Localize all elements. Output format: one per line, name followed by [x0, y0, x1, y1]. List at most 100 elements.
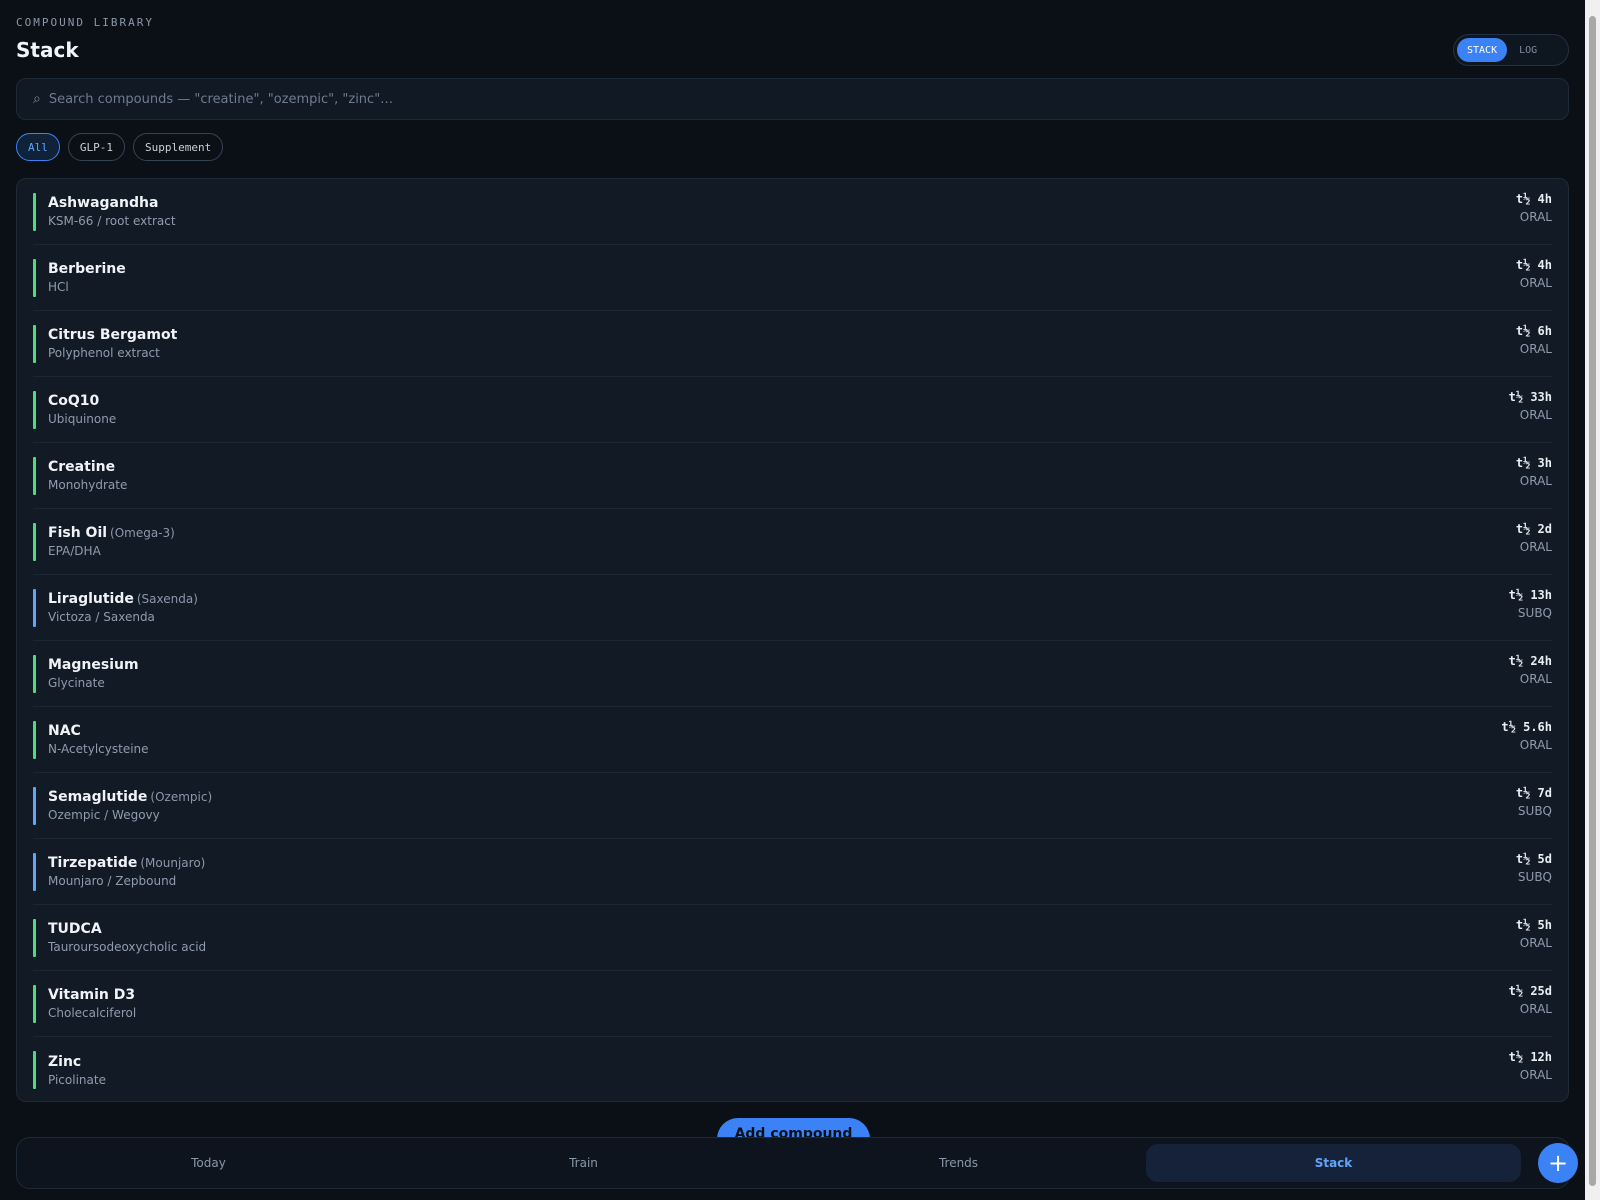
compound-name-line: Magnesium — [48, 657, 139, 673]
half-life-label: t½ 33h — [1508, 390, 1552, 404]
category-indicator — [33, 853, 36, 891]
compound-name-line: Tirzepatide (Mounjaro) — [48, 855, 205, 871]
nav-item-today[interactable]: Today — [21, 1144, 396, 1182]
compound-meta: t½ 4h ORAL — [1516, 192, 1552, 224]
filter-chip-supplement[interactable]: Supplement — [133, 133, 224, 161]
search-bar: ⌕ — [16, 78, 1569, 120]
compound-info: TUDCA Tauroursodeoxycholic acid — [48, 921, 206, 954]
compound-meta: t½ 5.6h ORAL — [1501, 720, 1552, 752]
compound-form: Cholecalciferol — [48, 1006, 137, 1020]
half-life-label: t½ 5.6h — [1501, 720, 1552, 734]
route-label: ORAL — [1519, 738, 1552, 752]
category-indicator — [33, 1051, 36, 1089]
compound-name: Citrus Bergamot — [48, 327, 178, 343]
compound-list: Ashwagandha KSM-66 / root extract t½ 4h ORA… — [16, 178, 1569, 1102]
app-root: COMPOUND LIBRARY Stack STACK LOG ⌕ All G… — [0, 0, 1600, 1200]
compound-form: HCl — [48, 280, 69, 294]
compound-info: Vitamin D3 Cholecalciferol — [48, 987, 136, 1020]
compound-name-line: Liraglutide (Saxenda) — [48, 591, 198, 607]
list-item[interactable]: Berberine HCl t½ 4h ORAL — [33, 245, 1552, 311]
compound-info: Liraglutide (Saxenda) Victoza / Saxenda — [48, 591, 198, 624]
filter-chip-all[interactable]: All — [16, 133, 60, 161]
category-indicator — [33, 721, 36, 759]
list-item[interactable]: Zinc Picolinate t½ 12h ORAL — [33, 1037, 1552, 1103]
list-item[interactable]: Tirzepatide (Mounjaro) Mounjaro / Zepbound… — [33, 839, 1552, 905]
compound-form: Glycinate — [48, 676, 105, 690]
compound-alias: (Saxenda) — [136, 592, 198, 606]
category-indicator — [33, 259, 36, 297]
compound-info: Semaglutide (Ozempic) Ozempic / Wegovy — [48, 789, 212, 822]
bottom-nav: Today Train Trends Stack — [16, 1137, 1570, 1189]
nav-item-train[interactable]: Train — [396, 1144, 771, 1182]
list-item[interactable]: Liraglutide (Saxenda) Victoza / Saxenda t½ … — [33, 575, 1552, 641]
category-indicator — [33, 985, 36, 1023]
compound-meta: t½ 2d ORAL — [1516, 522, 1552, 554]
compound-meta: t½ 12h ORAL — [1509, 1050, 1552, 1082]
route-label: SUBQ — [1517, 804, 1552, 818]
view-toggle: STACK LOG — [1453, 34, 1569, 66]
compound-name: Liraglutide — [48, 591, 134, 607]
list-item[interactable]: Creatine Monohydrate t½ 3h ORAL — [33, 443, 1552, 509]
category-indicator — [33, 193, 36, 231]
compound-name: Creatine — [48, 459, 116, 475]
half-life-label: t½ 7d — [1515, 786, 1552, 800]
compound-form: EPA/DHA — [48, 544, 101, 558]
nav-item-stack[interactable]: Stack — [1146, 1144, 1521, 1182]
compound-info: Tirzepatide (Mounjaro) Mounjaro / Zepbound — [48, 855, 205, 888]
compound-name: NAC — [48, 723, 81, 739]
compound-meta: t½ 7d SUBQ — [1516, 786, 1552, 818]
scrollbar[interactable] — [1585, 0, 1600, 1200]
compound-name-line: NAC — [48, 723, 149, 739]
compound-name-line: CoQ10 — [48, 393, 116, 409]
plus-icon[interactable]: + — [1538, 1143, 1578, 1183]
compound-form: Ubiquinone — [48, 412, 117, 426]
compound-name-line: Ashwagandha — [48, 195, 176, 211]
compound-form: N-Acetylcysteine — [48, 742, 149, 756]
list-item[interactable]: TUDCA Tauroursodeoxycholic acid t½ 5h ORAL — [33, 905, 1552, 971]
compound-name: Ashwagandha — [48, 195, 159, 211]
compound-info: Creatine Monohydrate — [48, 459, 127, 492]
route-label: ORAL — [1519, 540, 1552, 554]
list-item[interactable]: Ashwagandha KSM-66 / root extract t½ 4h ORA… — [33, 179, 1552, 245]
compound-name-line: Semaglutide (Ozempic) — [48, 789, 212, 805]
list-item[interactable]: NAC N-Acetylcysteine t½ 5.6h ORAL — [33, 707, 1552, 773]
list-item[interactable]: Magnesium Glycinate t½ 24h ORAL — [33, 641, 1552, 707]
compound-name-line: Creatine — [48, 459, 127, 475]
list-item[interactable]: Fish Oil (Omega-3) EPA/DHA t½ 2d ORAL — [33, 509, 1552, 575]
category-indicator — [33, 391, 36, 429]
compound-meta: t½ 5h ORAL — [1516, 918, 1552, 950]
list-item[interactable]: CoQ10 Ubiquinone t½ 33h ORAL — [33, 377, 1552, 443]
nav-item-trends[interactable]: Trends — [771, 1144, 1146, 1182]
list-item[interactable]: Semaglutide (Ozempic) Ozempic / Wegovy t½ 7… — [33, 773, 1552, 839]
compound-form: Picolinate — [48, 1072, 106, 1087]
list-item[interactable]: Vitamin D3 Cholecalciferol t½ 25d ORAL — [33, 971, 1552, 1037]
half-life-label: t½ 24h — [1508, 654, 1552, 668]
category-indicator — [33, 655, 36, 693]
compound-meta: t½ 33h ORAL — [1509, 390, 1552, 422]
category-indicator — [33, 919, 36, 957]
compound-form: Polyphenol extract — [48, 346, 160, 360]
search-input[interactable] — [48, 91, 1449, 107]
route-label: ORAL — [1519, 1068, 1552, 1082]
compound-name: Zinc — [48, 1053, 82, 1070]
compound-meta: t½ 24h ORAL — [1509, 654, 1552, 686]
compound-info: Fish Oil (Omega-3) EPA/DHA — [48, 525, 175, 558]
view-toggle-log[interactable]: LOG — [1509, 38, 1547, 62]
scrollbar-thumb[interactable] — [1589, 16, 1596, 1186]
compound-name-line: Berberine — [48, 261, 126, 277]
view-toggle-stack[interactable]: STACK — [1457, 38, 1508, 62]
compound-meta: t½ 6h ORAL — [1516, 324, 1552, 356]
compound-info: Zinc Picolinate — [48, 1054, 106, 1087]
half-life-label: t½ 2d — [1515, 522, 1552, 536]
half-life-label: t½ 25d — [1508, 984, 1552, 998]
compound-form: Mounjaro / Zepbound — [48, 874, 177, 888]
filter-chip-glp1[interactable]: GLP-1 — [67, 133, 125, 161]
compound-name: Semaglutide — [48, 789, 148, 805]
list-item[interactable]: Citrus Bergamot Polyphenol extract t½ 6h OR… — [33, 311, 1552, 377]
category-indicator — [33, 325, 36, 363]
compound-info: CoQ10 Ubiquinone — [48, 393, 116, 426]
route-label: ORAL — [1519, 342, 1552, 356]
compound-form: Victoza / Saxenda — [48, 610, 155, 624]
compound-name: Vitamin D3 — [48, 987, 136, 1003]
compound-name-line: Zinc — [48, 1054, 106, 1070]
